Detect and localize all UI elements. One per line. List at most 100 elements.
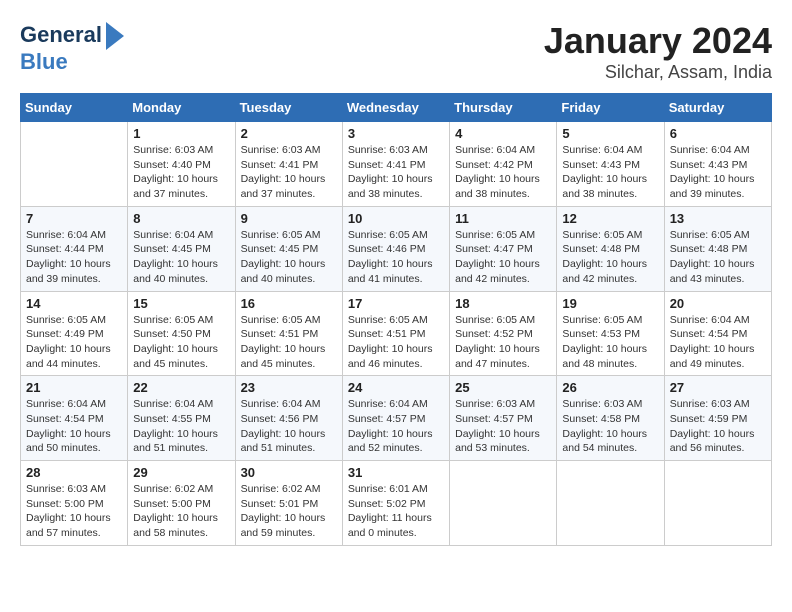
header-day-saturday: Saturday: [664, 94, 771, 122]
day-number: 14: [26, 296, 122, 311]
calendar-cell: 23Sunrise: 6:04 AMSunset: 4:56 PMDayligh…: [235, 376, 342, 461]
logo-arrow-icon: [106, 22, 124, 50]
day-info: Sunrise: 6:05 AMSunset: 4:47 PMDaylight:…: [455, 228, 551, 287]
calendar-cell: 15Sunrise: 6:05 AMSunset: 4:50 PMDayligh…: [128, 291, 235, 376]
header-day-friday: Friday: [557, 94, 664, 122]
day-info: Sunrise: 6:04 AMSunset: 4:55 PMDaylight:…: [133, 397, 229, 456]
calendar-cell: 25 Sunrise: 6:03 AMSunset: 4:57 PMDayligh…: [450, 376, 557, 461]
day-number: 4: [455, 126, 551, 141]
calendar-cell: [557, 461, 664, 546]
logo: General Blue: [20, 20, 124, 74]
header-day-tuesday: Tuesday: [235, 94, 342, 122]
day-info: Sunrise: 6:05 AMSunset: 4:51 PMDaylight:…: [241, 313, 337, 372]
calendar-cell: 1 Sunrise: 6:03 AMSunset: 4:40 PMDaylight…: [128, 122, 235, 207]
calendar-cell: 29 Sunrise: 6:02 AMSunset: 5:00 PMDayligh…: [128, 461, 235, 546]
day-info: Sunrise: 6:03 AMSunset: 4:57 PMDaylight:…: [455, 397, 551, 456]
day-number: 2: [241, 126, 337, 141]
day-number: 8: [133, 211, 229, 226]
day-number: 17: [348, 296, 444, 311]
calendar-cell: [21, 122, 128, 207]
calendar-cell: 2 Sunrise: 6:03 AMSunset: 4:41 PMDaylight…: [235, 122, 342, 207]
day-number: 31: [348, 465, 444, 480]
day-number: 30: [241, 465, 337, 480]
calendar-week-2: 7 Sunrise: 6:04 AMSunset: 4:44 PMDaylight…: [21, 206, 772, 291]
calendar-cell: 31 Sunrise: 6:01 AMSunset: 5:02 PMDayligh…: [342, 461, 449, 546]
calendar-cell: 4 Sunrise: 6:04 AMSunset: 4:42 PMDaylight…: [450, 122, 557, 207]
day-info: Sunrise: 6:05 AMSunset: 4:53 PMDaylight:…: [562, 313, 658, 372]
logo-text-blue: Blue: [20, 50, 68, 74]
day-info: Sunrise: 6:04 AMSunset: 4:54 PMDaylight:…: [26, 397, 122, 456]
calendar-cell: 17 Sunrise: 6:05 AMSunset: 4:51 PMDayligh…: [342, 291, 449, 376]
day-number: 7: [26, 211, 122, 226]
day-info: Sunrise: 6:04 AMSunset: 4:42 PMDaylight:…: [455, 143, 551, 202]
calendar-week-1: 1 Sunrise: 6:03 AMSunset: 4:40 PMDaylight…: [21, 122, 772, 207]
header-day-thursday: Thursday: [450, 94, 557, 122]
day-number: 9: [241, 211, 337, 226]
day-number: 13: [670, 211, 766, 226]
day-info: Sunrise: 6:03 AMSunset: 4:41 PMDaylight:…: [348, 143, 444, 202]
calendar-cell: 16 Sunrise: 6:05 AMSunset: 4:51 PMDayligh…: [235, 291, 342, 376]
day-number: 15: [133, 296, 229, 311]
day-info: Sunrise: 6:02 AMSunset: 5:01 PMDaylight:…: [241, 482, 337, 541]
day-info: Sunrise: 6:04 AMSunset: 4:44 PMDaylight:…: [26, 228, 122, 287]
calendar-cell: 14 Sunrise: 6:05 AMSunset: 4:49 PMDayligh…: [21, 291, 128, 376]
day-number: 29: [133, 465, 229, 480]
calendar-cell: 9Sunrise: 6:05 AMSunset: 4:45 PMDaylight…: [235, 206, 342, 291]
day-info: Sunrise: 6:03 AMSunset: 4:40 PMDaylight:…: [133, 143, 229, 202]
calendar-cell: 19 Sunrise: 6:05 AMSunset: 4:53 PMDayligh…: [557, 291, 664, 376]
calendar-cell: 7 Sunrise: 6:04 AMSunset: 4:44 PMDaylight…: [21, 206, 128, 291]
header-day-sunday: Sunday: [21, 94, 128, 122]
day-number: 6: [670, 126, 766, 141]
day-number: 12: [562, 211, 658, 226]
title-block: January 2024 Silchar, Assam, India: [544, 20, 772, 83]
calendar-cell: 30 Sunrise: 6:02 AMSunset: 5:01 PMDayligh…: [235, 461, 342, 546]
calendar-week-5: 28Sunrise: 6:03 AMSunset: 5:00 PMDayligh…: [21, 461, 772, 546]
day-info: Sunrise: 6:05 AMSunset: 4:48 PMDaylight:…: [562, 228, 658, 287]
day-info: Sunrise: 6:01 AMSunset: 5:02 PMDaylight:…: [348, 482, 444, 541]
day-info: Sunrise: 6:04 AMSunset: 4:54 PMDaylight:…: [670, 313, 766, 372]
day-number: 18: [455, 296, 551, 311]
day-number: 20: [670, 296, 766, 311]
calendar-cell: 13 Sunrise: 6:05 AMSunset: 4:48 PMDayligh…: [664, 206, 771, 291]
day-info: Sunrise: 6:05 AMSunset: 4:48 PMDaylight:…: [670, 228, 766, 287]
calendar-cell: 8Sunrise: 6:04 AMSunset: 4:45 PMDaylight…: [128, 206, 235, 291]
day-number: 27: [670, 380, 766, 395]
page-title: January 2024: [544, 20, 772, 62]
calendar-cell: 21 Sunrise: 6:04 AMSunset: 4:54 PMDayligh…: [21, 376, 128, 461]
calendar-cell: 11 Sunrise: 6:05 AMSunset: 4:47 PMDayligh…: [450, 206, 557, 291]
calendar-cell: 10Sunrise: 6:05 AMSunset: 4:46 PMDayligh…: [342, 206, 449, 291]
day-info: Sunrise: 6:04 AMSunset: 4:57 PMDaylight:…: [348, 397, 444, 456]
day-info: Sunrise: 6:03 AMSunset: 4:58 PMDaylight:…: [562, 397, 658, 456]
day-info: Sunrise: 6:05 AMSunset: 4:51 PMDaylight:…: [348, 313, 444, 372]
header-day-wednesday: Wednesday: [342, 94, 449, 122]
calendar-week-3: 14 Sunrise: 6:05 AMSunset: 4:49 PMDayligh…: [21, 291, 772, 376]
calendar-cell: 20 Sunrise: 6:04 AMSunset: 4:54 PMDayligh…: [664, 291, 771, 376]
calendar-cell: 26 Sunrise: 6:03 AMSunset: 4:58 PMDayligh…: [557, 376, 664, 461]
day-info: Sunrise: 6:03 AMSunset: 4:59 PMDaylight:…: [670, 397, 766, 456]
day-number: 3: [348, 126, 444, 141]
day-number: 26: [562, 380, 658, 395]
day-number: 22: [133, 380, 229, 395]
day-number: 5: [562, 126, 658, 141]
calendar-table: SundayMondayTuesdayWednesdayThursdayFrid…: [20, 93, 772, 546]
calendar-cell: [450, 461, 557, 546]
calendar-cell: 18Sunrise: 6:05 AMSunset: 4:52 PMDayligh…: [450, 291, 557, 376]
day-number: 1: [133, 126, 229, 141]
day-number: 21: [26, 380, 122, 395]
day-number: 23: [241, 380, 337, 395]
day-info: Sunrise: 6:03 AMSunset: 4:41 PMDaylight:…: [241, 143, 337, 202]
page-header: General Blue January 2024 Silchar, Assam…: [20, 20, 772, 83]
day-number: 11: [455, 211, 551, 226]
calendar-cell: 28Sunrise: 6:03 AMSunset: 5:00 PMDayligh…: [21, 461, 128, 546]
day-info: Sunrise: 6:02 AMSunset: 5:00 PMDaylight:…: [133, 482, 229, 541]
day-info: Sunrise: 6:05 AMSunset: 4:49 PMDaylight:…: [26, 313, 122, 372]
calendar-cell: 6Sunrise: 6:04 AMSunset: 4:43 PMDaylight…: [664, 122, 771, 207]
day-number: 16: [241, 296, 337, 311]
day-number: 25: [455, 380, 551, 395]
calendar-cell: 5 Sunrise: 6:04 AMSunset: 4:43 PMDaylight…: [557, 122, 664, 207]
day-info: Sunrise: 6:04 AMSunset: 4:43 PMDaylight:…: [562, 143, 658, 202]
day-number: 24: [348, 380, 444, 395]
calendar-cell: 24 Sunrise: 6:04 AMSunset: 4:57 PMDayligh…: [342, 376, 449, 461]
page-subtitle: Silchar, Assam, India: [544, 62, 772, 83]
day-number: 19: [562, 296, 658, 311]
